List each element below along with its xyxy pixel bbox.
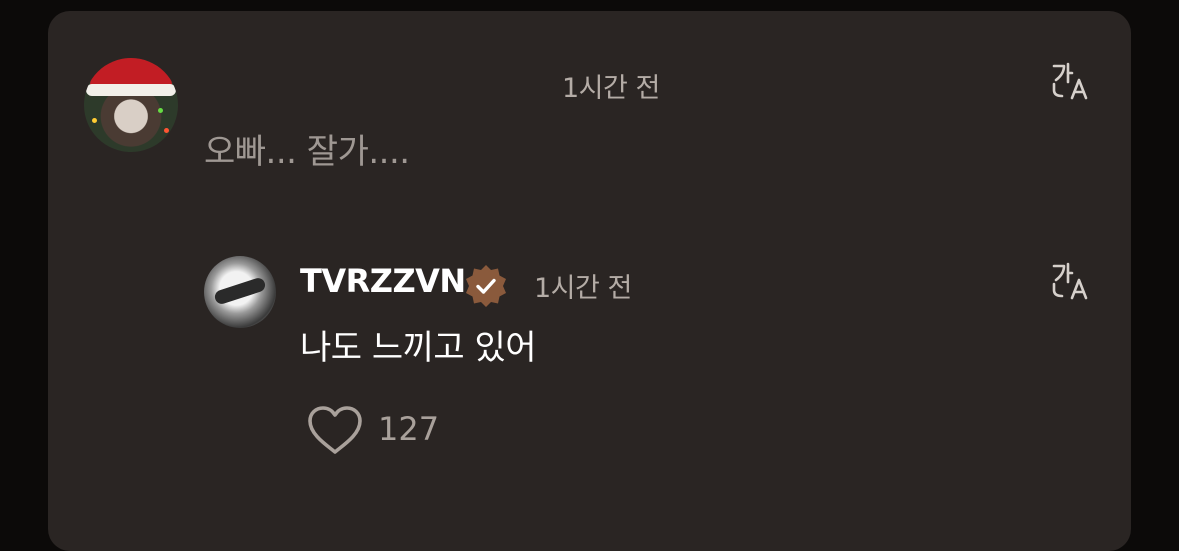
translate-icon[interactable] (1050, 60, 1092, 102)
comment-timestamp: 1시간 전 (562, 73, 660, 104)
reply-author-avatar[interactable] (204, 256, 276, 328)
verified-badge-icon (466, 265, 506, 307)
reply-username[interactable]: TVRZZVN (300, 262, 466, 300)
commenter-avatar[interactable] (84, 58, 178, 152)
avatar-graphic (213, 276, 267, 306)
translate-icon[interactable] (1050, 260, 1092, 302)
tree-light (164, 128, 169, 133)
comment-text: 오빠... 잘가.... (204, 132, 410, 172)
tree-light (158, 108, 163, 113)
heart-outline-icon[interactable] (306, 404, 364, 456)
tree-light (92, 118, 97, 123)
reply-text: 나도 느끼고 있어 (300, 328, 537, 368)
like-count: 127 (378, 410, 440, 448)
santa-hat-trim-graphic (86, 84, 176, 96)
reply-timestamp: 1시간 전 (534, 273, 632, 304)
